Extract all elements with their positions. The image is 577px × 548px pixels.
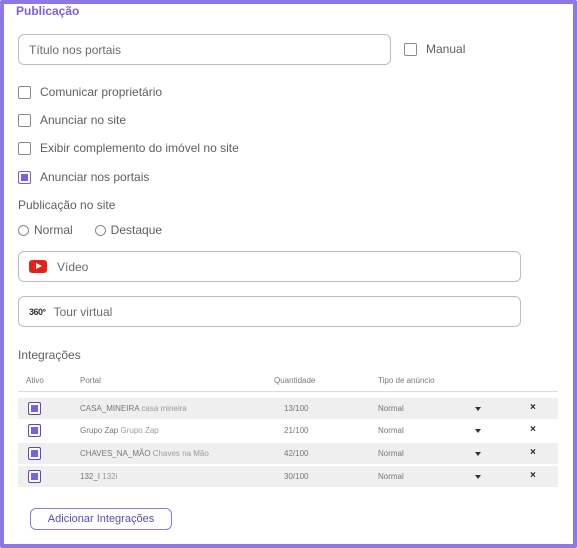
video-input[interactable]: Vídeo xyxy=(18,251,521,282)
announce-portals-checkbox[interactable] xyxy=(18,170,31,184)
portal-name: Grupo Zap xyxy=(80,426,119,435)
quantity-cell: 21/100 xyxy=(284,426,309,435)
row-active-checkbox[interactable] xyxy=(28,447,41,460)
row-active-checkbox[interactable] xyxy=(28,402,41,415)
portal-sub: casa mineira xyxy=(141,404,187,413)
delete-icon[interactable]: × xyxy=(530,402,536,413)
show-complement-checkbox[interactable] xyxy=(18,141,31,155)
portal-cell: CASA_MINEIRA casa mineira xyxy=(80,404,187,413)
option-show-complement[interactable]: Exibir complemento do imóvel no site xyxy=(18,141,239,155)
section-title: Publicação xyxy=(16,4,80,18)
communicate-owner-label: Comunicar proprietário xyxy=(40,85,163,99)
col-active: Ativo xyxy=(26,376,44,385)
youtube-icon xyxy=(29,260,47,273)
announce-site-label: Anunciar no site xyxy=(40,113,127,127)
portal-cell: CHAVES_NA_MÃO Chaves na Mão xyxy=(80,449,209,458)
table-row: CASA_MINEIRA casa mineira 13/100 Normal … xyxy=(18,398,558,419)
table-row: Grupo Zap Grupo Zap 21/100 Normal × xyxy=(18,420,558,441)
delete-icon[interactable]: × xyxy=(530,447,536,458)
manual-label: Manual xyxy=(426,42,466,56)
portal-cell: 132_I 132i xyxy=(80,472,117,481)
radio-normal-circle[interactable] xyxy=(18,224,29,236)
manual-checkbox-row[interactable]: Manual xyxy=(404,42,465,56)
option-announce-site[interactable]: Anunciar no site xyxy=(18,113,126,127)
delete-icon[interactable]: × xyxy=(530,470,536,481)
portal-name: CASA_MINEIRA xyxy=(80,404,140,413)
row-active-checkbox[interactable] xyxy=(28,470,41,483)
caret-down-icon[interactable] xyxy=(475,475,481,479)
radio-highlight-circle[interactable] xyxy=(94,224,106,236)
portal-sub: Grupo Zap xyxy=(120,426,159,435)
tour-placeholder: Tour virtual xyxy=(53,304,113,319)
quantity-cell: 30/100 xyxy=(284,472,309,481)
delete-icon[interactable]: × xyxy=(530,424,536,435)
video-placeholder: Vídeo xyxy=(57,259,89,274)
announce-portals-label: Anunciar nos portais xyxy=(40,170,150,184)
add-integrations-button[interactable]: Adicionar Integrações xyxy=(30,508,172,530)
radio-highlight[interactable]: Destaque xyxy=(94,223,163,237)
ad-type-select[interactable]: Normal xyxy=(378,404,404,413)
quantity-cell: 13/100 xyxy=(284,404,309,413)
tour-input[interactable]: 360° Tour virtual xyxy=(18,296,521,327)
portal-name: CHAVES_NA_MÃO xyxy=(80,449,151,458)
col-quantity: Quantidade xyxy=(274,376,316,385)
communicate-owner-checkbox[interactable] xyxy=(18,85,31,99)
caret-down-icon[interactable] xyxy=(475,452,481,456)
col-ad-type: Tipo de anúncio xyxy=(378,376,435,385)
integrations-table-header: Ativo Portal Quantidade Tipo de anúncio xyxy=(18,372,558,392)
manual-checkbox[interactable] xyxy=(404,42,417,56)
radio-highlight-label: Destaque xyxy=(110,223,163,237)
portal-sub: 132i xyxy=(102,472,118,481)
radio-normal[interactable]: Normal xyxy=(18,223,73,237)
ad-type-select[interactable]: Normal xyxy=(378,449,404,458)
integrations-label: Integrações xyxy=(18,348,81,362)
option-announce-portals[interactable]: Anunciar nos portais xyxy=(18,170,149,184)
caret-down-icon[interactable] xyxy=(475,407,481,411)
portal-cell: Grupo Zap Grupo Zap xyxy=(80,426,159,435)
row-active-checkbox[interactable] xyxy=(28,424,41,437)
site-publication-radios: Normal Destaque xyxy=(18,223,184,237)
ad-type-select[interactable]: Normal xyxy=(378,426,404,435)
ad-type-select[interactable]: Normal xyxy=(378,472,404,481)
option-communicate-owner[interactable]: Comunicar proprietário xyxy=(18,85,162,99)
col-portal: Portal xyxy=(80,376,101,385)
table-row: CHAVES_NA_MÃO Chaves na Mão 42/100 Norma… xyxy=(18,443,558,464)
tour-360-icon: 360° xyxy=(29,306,46,317)
table-row: 132_I 132i 30/100 Normal × xyxy=(18,466,558,487)
radio-normal-label: Normal xyxy=(34,223,73,237)
portal-title-placeholder: Título nos portais xyxy=(29,42,122,57)
caret-down-icon[interactable] xyxy=(475,429,481,433)
site-publication-label: Publicação no site xyxy=(18,198,116,212)
portal-title-input[interactable]: Título nos portais xyxy=(18,34,391,65)
announce-site-checkbox[interactable] xyxy=(18,113,31,127)
show-complement-label: Exibir complemento do imóvel no site xyxy=(40,141,239,155)
quantity-cell: 42/100 xyxy=(284,449,309,458)
portal-sub: Chaves na Mão xyxy=(152,449,209,458)
portal-name: 132_I xyxy=(80,472,101,481)
